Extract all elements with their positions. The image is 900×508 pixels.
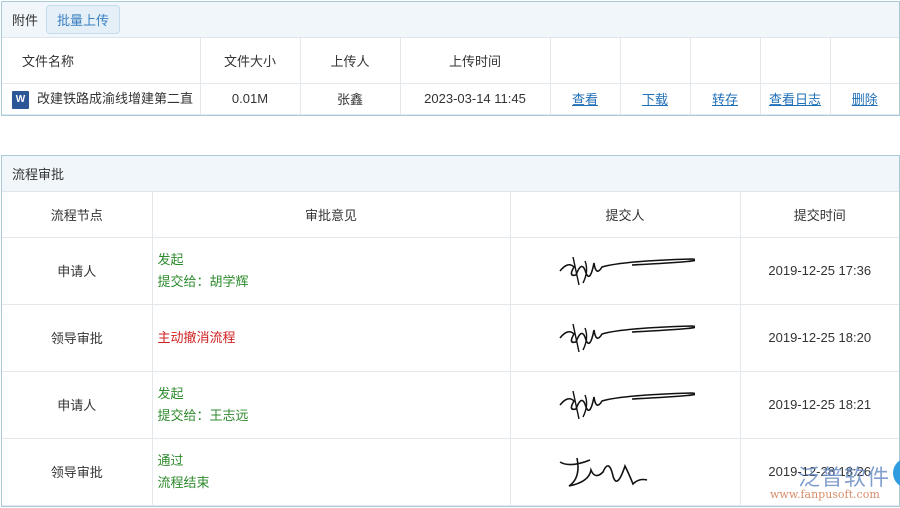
table-row: W 改建铁路成渝线增建第二直 0.01M 张鑫 2023-03-14 11:45 … — [2, 83, 899, 115]
word-file-icon: W — [12, 90, 29, 109]
delete-link[interactable]: 删除 — [852, 92, 878, 107]
col-opinion: 审批意见 — [152, 192, 511, 238]
file-name-cell: W 改建铁路成渝线增建第二直 — [2, 83, 201, 115]
opinion: 主动撤消流程 — [152, 304, 511, 372]
workflow-table: 流程节点 审批意见 提交人 提交时间 申请人 发起 提交给：胡学辉 2019-12… — [2, 192, 899, 506]
col-upload-time: 上传时间 — [400, 38, 551, 84]
table-header-row: 文件名称 文件大小 上传人 上传时间 — [2, 38, 899, 84]
attachments-table: 文件名称 文件大小 上传人 上传时间 W 改建铁路成渝线增建第二直 0.01M 张… — [2, 38, 899, 115]
node: 领导审批 — [2, 304, 153, 372]
submitter-signature — [510, 304, 741, 372]
attachments-title: 附件 — [12, 13, 39, 28]
transfer-link[interactable]: 转存 — [712, 92, 738, 107]
col-node: 流程节点 — [2, 192, 153, 238]
col-submit-time: 提交时间 — [740, 192, 899, 238]
table-row: 申请人 发起提交给：王志远 2019-12-25 18:21 — [2, 371, 899, 439]
col-action — [550, 38, 621, 84]
opinion-line: 发起 — [157, 251, 184, 267]
batch-upload-button[interactable]: 批量上传 — [46, 5, 121, 34]
view-link[interactable]: 查看 — [572, 92, 598, 107]
submit-time: 2019-12-25 17:36 — [740, 237, 899, 305]
workflow-panel: 流程审批 流程节点 审批意见 提交人 提交时间 申请人 发起 提交给：胡学辉 20… — [1, 155, 900, 507]
view-log-link[interactable]: 查看日志 — [769, 92, 821, 107]
col-submitter: 提交人 — [510, 192, 741, 238]
col-action — [620, 38, 691, 84]
col-file-size: 文件大小 — [200, 38, 301, 84]
submitter-signature — [510, 438, 741, 506]
download-cell: 下载 — [620, 83, 691, 115]
submit-time: 2019-12-28 18:26 — [740, 438, 899, 506]
table-row: 申请人 发起提交给：胡学辉 2019-12-25 17:36 — [2, 237, 899, 305]
submitter-signature — [510, 371, 741, 439]
opinion-line: 通过 — [157, 452, 184, 468]
col-action — [690, 38, 761, 84]
opinion-line: 流程结束 — [157, 474, 210, 490]
opinion: 发起提交给：王志远 — [152, 371, 511, 439]
workflow-title: 流程审批 — [12, 167, 65, 182]
col-action — [760, 38, 831, 84]
node: 领导审批 — [2, 438, 153, 506]
file-size: 0.01M — [200, 83, 301, 115]
opinion-line: 提交给：胡学辉 — [157, 273, 249, 289]
table-row: 领导审批 通过流程结束 2019-12-28 18:26 — [2, 438, 899, 506]
attachments-panel: 附件 批量上传 文件名称 文件大小 上传人 上传时间 W 改建铁路成渝线增建第二直… — [1, 1, 900, 116]
col-uploader: 上传人 — [300, 38, 401, 84]
view-cell: 查看 — [550, 83, 621, 115]
attachments-header: 附件 批量上传 — [2, 2, 899, 38]
opinion-line: 提交给：王志远 — [157, 407, 249, 423]
submit-time: 2019-12-25 18:21 — [740, 371, 899, 439]
uploader: 张鑫 — [300, 83, 401, 115]
delete-cell: 删除 — [830, 83, 899, 115]
table-row: 领导审批 主动撤消流程 2019-12-25 18:20 — [2, 304, 899, 372]
workflow-header: 流程审批 — [2, 156, 899, 192]
col-action — [830, 38, 899, 84]
download-link[interactable]: 下载 — [642, 92, 668, 107]
log-cell: 查看日志 — [760, 83, 831, 115]
node: 申请人 — [2, 237, 153, 305]
opinion: 通过 流程结束 — [152, 438, 511, 506]
node: 申请人 — [2, 371, 153, 439]
transfer-cell: 转存 — [690, 83, 761, 115]
file-name[interactable]: 改建铁路成渝线增建第二直 — [37, 91, 193, 106]
col-file-name: 文件名称 — [2, 38, 201, 84]
submit-time: 2019-12-25 18:20 — [740, 304, 899, 372]
table-header-row: 流程节点 审批意见 提交人 提交时间 — [2, 192, 899, 238]
upload-time: 2023-03-14 11:45 — [400, 83, 551, 115]
opinion: 发起提交给：胡学辉 — [152, 237, 511, 305]
opinion-line: 主动撤消流程 — [157, 329, 236, 345]
submitter-signature — [510, 237, 741, 305]
opinion-line: 发起 — [157, 385, 184, 401]
